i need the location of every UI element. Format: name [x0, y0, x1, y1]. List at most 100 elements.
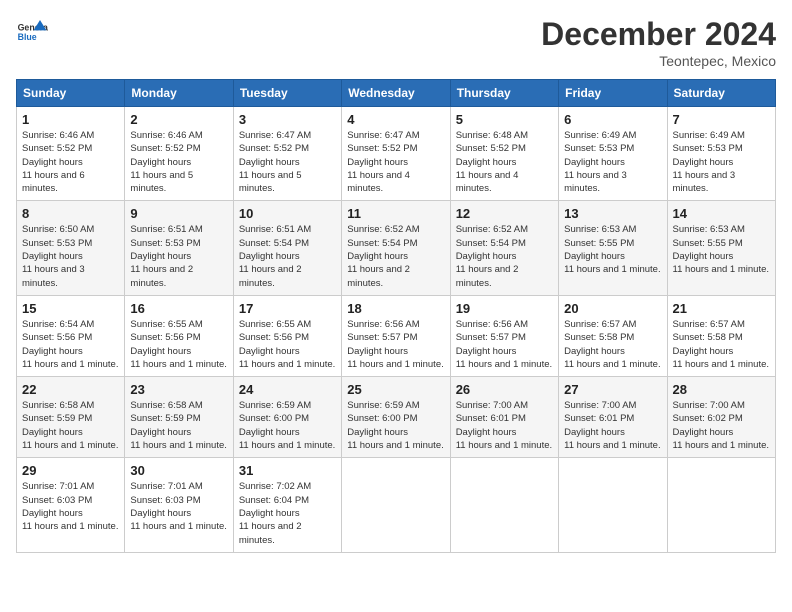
calendar-row-1: 1 Sunrise: 6:46 AMSunset: 5:52 PMDayligh…	[17, 107, 776, 201]
day-num-24: 24	[239, 382, 336, 397]
day-num-8: 8	[22, 206, 119, 221]
day-cell-28: 28 Sunrise: 7:00 AMSunset: 6:02 PMDaylig…	[667, 377, 775, 458]
day-cell-10: 10 Sunrise: 6:51 AMSunset: 5:54 PMDaylig…	[233, 201, 341, 295]
day-num-13: 13	[564, 206, 661, 221]
empty-cell	[342, 458, 450, 552]
day-cell-3: 3 Sunrise: 6:47 AMSunset: 5:52 PMDayligh…	[233, 107, 341, 201]
calendar-row: 29 Sunrise: 7:01 AMSunset: 6:03 PMDaylig…	[17, 458, 776, 552]
day-num-23: 23	[130, 382, 227, 397]
day-cell-25: 25 Sunrise: 6:59 AMSunset: 6:00 PMDaylig…	[342, 377, 450, 458]
day-num-5: 5	[456, 112, 553, 127]
day-info-30: Sunrise: 7:01 AMSunset: 6:03 PMDaylight …	[130, 480, 227, 533]
day-info-10: Sunrise: 6:51 AMSunset: 5:54 PMDaylight …	[239, 223, 336, 289]
day-cell-26: 26 Sunrise: 7:00 AMSunset: 6:01 PMDaylig…	[450, 377, 558, 458]
page-header: General Blue December 2024 Teontepec, Me…	[16, 16, 776, 69]
day-cell-15: 15 Sunrise: 6:54 AMSunset: 5:56 PMDaylig…	[17, 295, 125, 376]
day-info-13: Sunrise: 6:53 AMSunset: 5:55 PMDaylight …	[564, 223, 661, 276]
day-info-27: Sunrise: 7:00 AMSunset: 6:01 PMDaylight …	[564, 399, 661, 452]
empty-cell	[667, 458, 775, 552]
day-info-18: Sunrise: 6:56 AMSunset: 5:57 PMDaylight …	[347, 318, 444, 371]
day-num-3: 3	[239, 112, 336, 127]
day-num-22: 22	[22, 382, 119, 397]
day-cell-1: 1 Sunrise: 6:46 AMSunset: 5:52 PMDayligh…	[17, 107, 125, 201]
header-saturday: Saturday	[667, 80, 775, 107]
day-num-10: 10	[239, 206, 336, 221]
header-sunday: Sunday	[17, 80, 125, 107]
day-num-20: 20	[564, 301, 661, 316]
empty-cell	[559, 458, 667, 552]
empty-cell	[450, 458, 558, 552]
day-info-24: Sunrise: 6:59 AMSunset: 6:00 PMDaylight …	[239, 399, 336, 452]
title-block: December 2024 Teontepec, Mexico	[541, 16, 776, 69]
day-info-23: Sunrise: 6:58 AMSunset: 5:59 PMDaylight …	[130, 399, 227, 452]
day-cell-22: 22 Sunrise: 6:58 AMSunset: 5:59 PMDaylig…	[17, 377, 125, 458]
day-info-19: Sunrise: 6:56 AMSunset: 5:57 PMDaylight …	[456, 318, 553, 371]
day-info-9: Sunrise: 6:51 AMSunset: 5:53 PMDaylight …	[130, 223, 227, 289]
day-info-3: Sunrise: 6:47 AMSunset: 5:52 PMDaylight …	[239, 129, 336, 195]
calendar-row: 8 Sunrise: 6:50 AMSunset: 5:53 PMDayligh…	[17, 201, 776, 295]
day-cell-16: 16 Sunrise: 6:55 AMSunset: 5:56 PMDaylig…	[125, 295, 233, 376]
day-num-18: 18	[347, 301, 444, 316]
calendar-row: 15 Sunrise: 6:54 AMSunset: 5:56 PMDaylig…	[17, 295, 776, 376]
day-info-20: Sunrise: 6:57 AMSunset: 5:58 PMDaylight …	[564, 318, 661, 371]
day-num-9: 9	[130, 206, 227, 221]
day-num-17: 17	[239, 301, 336, 316]
logo: General Blue	[16, 16, 48, 48]
header-friday: Friday	[559, 80, 667, 107]
day-num-27: 27	[564, 382, 661, 397]
day-cell-7: 7 Sunrise: 6:49 AMSunset: 5:53 PMDayligh…	[667, 107, 775, 201]
day-num-19: 19	[456, 301, 553, 316]
day-info-1: Sunrise: 6:46 AMSunset: 5:52 PMDaylight …	[22, 129, 119, 195]
header-thursday: Thursday	[450, 80, 558, 107]
day-info-7: Sunrise: 6:49 AMSunset: 5:53 PMDaylight …	[673, 129, 770, 195]
day-cell-31: 31 Sunrise: 7:02 AMSunset: 6:04 PMDaylig…	[233, 458, 341, 552]
day-cell-27: 27 Sunrise: 7:00 AMSunset: 6:01 PMDaylig…	[559, 377, 667, 458]
day-info-6: Sunrise: 6:49 AMSunset: 5:53 PMDaylight …	[564, 129, 661, 195]
day-info-21: Sunrise: 6:57 AMSunset: 5:58 PMDaylight …	[673, 318, 770, 371]
day-num-25: 25	[347, 382, 444, 397]
day-num-30: 30	[130, 463, 227, 478]
day-cell-20: 20 Sunrise: 6:57 AMSunset: 5:58 PMDaylig…	[559, 295, 667, 376]
day-info-17: Sunrise: 6:55 AMSunset: 5:56 PMDaylight …	[239, 318, 336, 371]
header-tuesday: Tuesday	[233, 80, 341, 107]
day-cell-4: 4 Sunrise: 6:47 AMSunset: 5:52 PMDayligh…	[342, 107, 450, 201]
day-info-31: Sunrise: 7:02 AMSunset: 6:04 PMDaylight …	[239, 480, 336, 546]
day-info-12: Sunrise: 6:52 AMSunset: 5:54 PMDaylight …	[456, 223, 553, 289]
day-info-26: Sunrise: 7:00 AMSunset: 6:01 PMDaylight …	[456, 399, 553, 452]
day-num-15: 15	[22, 301, 119, 316]
day-info-4: Sunrise: 6:47 AMSunset: 5:52 PMDaylight …	[347, 129, 444, 195]
day-num-14: 14	[673, 206, 770, 221]
day-cell-13: 13 Sunrise: 6:53 AMSunset: 5:55 PMDaylig…	[559, 201, 667, 295]
calendar-table: Sunday Monday Tuesday Wednesday Thursday…	[16, 79, 776, 553]
day-num-28: 28	[673, 382, 770, 397]
day-cell-5: 5 Sunrise: 6:48 AMSunset: 5:52 PMDayligh…	[450, 107, 558, 201]
day-cell-12: 12 Sunrise: 6:52 AMSunset: 5:54 PMDaylig…	[450, 201, 558, 295]
day-cell-11: 11 Sunrise: 6:52 AMSunset: 5:54 PMDaylig…	[342, 201, 450, 295]
header-wednesday: Wednesday	[342, 80, 450, 107]
day-info-5: Sunrise: 6:48 AMSunset: 5:52 PMDaylight …	[456, 129, 553, 195]
day-info-28: Sunrise: 7:00 AMSunset: 6:02 PMDaylight …	[673, 399, 770, 452]
header-monday: Monday	[125, 80, 233, 107]
day-num-12: 12	[456, 206, 553, 221]
day-cell-17: 17 Sunrise: 6:55 AMSunset: 5:56 PMDaylig…	[233, 295, 341, 376]
day-info-29: Sunrise: 7:01 AMSunset: 6:03 PMDaylight …	[22, 480, 119, 533]
day-cell-8: 8 Sunrise: 6:50 AMSunset: 5:53 PMDayligh…	[17, 201, 125, 295]
day-cell-29: 29 Sunrise: 7:01 AMSunset: 6:03 PMDaylig…	[17, 458, 125, 552]
day-num-31: 31	[239, 463, 336, 478]
calendar-header-row: Sunday Monday Tuesday Wednesday Thursday…	[17, 80, 776, 107]
svg-text:Blue: Blue	[18, 32, 37, 42]
day-num-2: 2	[130, 112, 227, 127]
day-cell-9: 9 Sunrise: 6:51 AMSunset: 5:53 PMDayligh…	[125, 201, 233, 295]
day-info-14: Sunrise: 6:53 AMSunset: 5:55 PMDaylight …	[673, 223, 770, 276]
calendar-row: 22 Sunrise: 6:58 AMSunset: 5:59 PMDaylig…	[17, 377, 776, 458]
day-num-21: 21	[673, 301, 770, 316]
day-cell-24: 24 Sunrise: 6:59 AMSunset: 6:00 PMDaylig…	[233, 377, 341, 458]
day-num-4: 4	[347, 112, 444, 127]
day-num-29: 29	[22, 463, 119, 478]
day-info-15: Sunrise: 6:54 AMSunset: 5:56 PMDaylight …	[22, 318, 119, 371]
day-num-6: 6	[564, 112, 661, 127]
day-info-22: Sunrise: 6:58 AMSunset: 5:59 PMDaylight …	[22, 399, 119, 452]
day-cell-6: 6 Sunrise: 6:49 AMSunset: 5:53 PMDayligh…	[559, 107, 667, 201]
day-cell-14: 14 Sunrise: 6:53 AMSunset: 5:55 PMDaylig…	[667, 201, 775, 295]
day-cell-30: 30 Sunrise: 7:01 AMSunset: 6:03 PMDaylig…	[125, 458, 233, 552]
